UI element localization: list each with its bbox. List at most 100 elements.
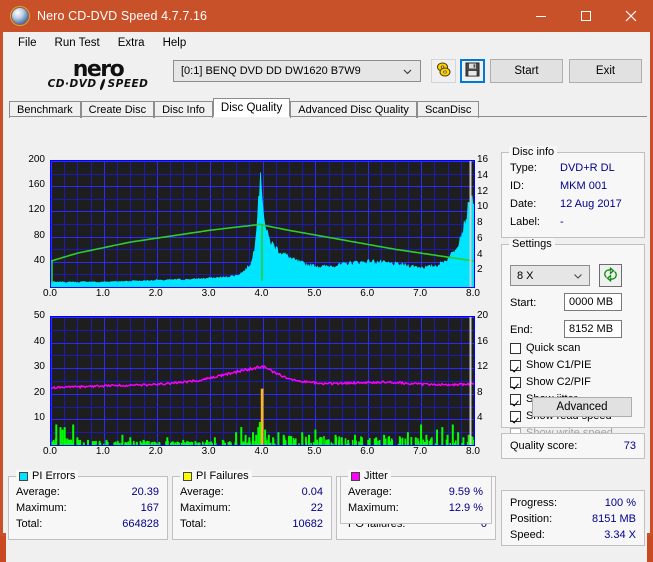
axis-tick-x: 7.0 [413,288,428,299]
axis-tick-right: 6 [477,232,483,244]
progress-value: 100 % [604,497,636,509]
axis-tick-x: 3.0 [201,288,216,299]
axis-tick-right: 20 [477,310,489,321]
pi-failures-legend-swatch [183,471,192,481]
menu-run-test[interactable]: Run Test [46,35,109,51]
checkbox-box [510,410,521,422]
jitter-maximum-value: 12.9 % [448,502,483,514]
checkbox-show-c2-pif[interactable]: Show C2/PIF [510,375,591,389]
axis-tick-x: 3.0 [201,446,216,457]
quality-score-label: Quality score: [510,440,578,452]
axis-tick-left: 50 [33,310,45,321]
disc-quality-page: 40 80 120 160 200 2 4 6 8 10 12 14 16 0.0 1.0 2.0 3.0 4.0… [6,146,647,562]
tab-disc-quality[interactable]: Disc Quality [212,98,291,117]
quality-score-value: 73 [623,440,636,452]
nero-logo: nero CD·DVD SPEED [25,54,171,95]
speed-value: 3.34 X [604,529,636,541]
pi-errors-stats-title: PI Errors [16,470,79,482]
axis-tick-right: 8 [477,386,483,398]
menu-help[interactable]: Help [154,35,196,51]
checkbox-label: Show C1/PIE [526,359,592,371]
disc-label-label: Label: [510,216,540,228]
save-button[interactable] [460,59,485,83]
pi-errors-maximum-value: 167 [140,502,159,514]
pi-failures-maximum-label: Maximum: [180,502,231,514]
advanced-button[interactable]: Advanced [532,397,632,417]
toolbar: nero CD·DVD SPEED [0:1] BENQ DVD DD DW16… [3,53,650,96]
axis-tick-left: 200 [28,154,45,165]
pi-failures-stats-title: PI Failures [180,470,252,482]
end-field[interactable]: 8152 MB [564,320,622,338]
drive-select[interactable]: [0:1] BENQ DVD DD DW1620 B7W9 [173,60,421,82]
speed-select[interactable]: 8 X [510,265,590,286]
checkbox-quick-scan[interactable]: Quick scan [510,341,580,355]
app-icon [11,7,29,25]
chevron-down-icon [402,66,413,77]
axis-tick-x: 8.0 [466,446,480,457]
pi-errors-title-text: PI Errors [32,470,76,482]
pi-errors-stats: PI Errors Average: 20.39 Maximum: 167 To… [8,470,168,540]
pi-errors-plot-area [50,160,475,288]
axis-tick-right: 16 [477,154,489,165]
pi-errors-total-label: Total: [16,518,43,530]
axis-tick-right: 8 [477,217,483,228]
tab-underline [9,116,647,117]
disc-info-panel: Disc info Type: DVD+R DL ID: MKM 001 Dat… [501,146,645,238]
start-button[interactable]: Start [490,59,563,83]
chevron-down-icon [573,271,583,281]
close-button[interactable] [608,0,653,32]
axis-tick-x: 1.0 [95,288,110,299]
position-value: 8151 MB [591,513,636,525]
disc-id-label: ID: [510,180,525,192]
maximize-button[interactable] [563,0,608,32]
disc-eject-button[interactable] [431,59,456,83]
menu-file[interactable]: File [9,35,46,51]
disc-type-value: DVD+R DL [560,162,615,174]
pi-failures-total-value: 10682 [292,518,323,530]
disc-date-label: Date: [510,198,537,210]
pi-failures-average-label: Average: [180,486,224,498]
checkbox-box [510,393,521,405]
checkbox-label: Show C2/PIF [526,376,591,388]
axis-tick-left: 10 [33,412,45,424]
end-label: End: [510,324,533,336]
exit-button[interactable]: Exit [569,59,642,83]
pi-errors-average-value: 20.39 [131,486,159,498]
logo-sub-left: CD·DVD [47,77,97,90]
axis-tick-x: 6.0 [360,446,375,457]
axis-tick-right: 14 [477,169,489,181]
axis-tick-right: 16 [477,335,489,347]
disc-id-value: MKM 001 [560,180,608,192]
pi-failures-total-label: Total: [180,518,207,530]
pi-errors-chart: 40 80 120 160 200 2 4 6 8 10 12 14 16 0.0 1.0 2.0 3.0 4.0… [8,152,496,308]
jitter-title-text: Jitter [364,470,388,482]
jitter-stats-title: Jitter [348,470,391,482]
app-window: Nero CD-DVD Speed 4.7.7.16 File Run Test… [0,0,653,562]
progress-panel: Progress: 100 % Position: 8151 MB Speed:… [501,490,645,546]
axis-tick-right: 12 [477,361,489,373]
start-field[interactable]: 0000 MB [564,293,622,311]
axis-tick-left: 20 [33,386,45,398]
axis-tick-right: 4 [477,248,483,260]
pi-failures-jitter-chart: 10 20 30 40 50 4 8 12 16 20 0.0 1.0 2.0 3.0 4.0 5.0 6.0 7… [8,310,496,469]
checkbox-show-c1-pie[interactable]: Show C1/PIE [510,358,591,372]
logo-wordmark: nero [72,56,125,82]
axis-tick-x: 8.0 [466,288,480,299]
disc-info-title: Disc info [509,146,558,158]
axis-tick-x: 2.0 [148,446,163,457]
menu-bar: File Run Test Extra Help [3,32,650,53]
quality-score-panel: Quality score: 73 [501,433,645,459]
axis-tick-left: 160 [28,179,45,191]
speed-select-value: 8 X [517,269,534,282]
pi-errors-total-value: 664828 [122,518,159,530]
jitter-average-label: Average: [348,486,392,498]
pi-failures-title-text: PI Failures [196,470,249,482]
minimize-button[interactable] [518,0,563,32]
menu-extra[interactable]: Extra [109,35,154,51]
axis-tick-right: 10 [477,201,489,213]
drive-select-value: [0:1] BENQ DVD DD DW1620 B7W9 [181,65,361,77]
axis-tick-right: 4 [477,412,483,424]
jitter-stats: Jitter Average: 9.59 % Maximum: 12.9 % [340,470,492,524]
pi-errors-maximum-label: Maximum: [16,502,67,514]
refresh-button[interactable] [599,264,622,287]
